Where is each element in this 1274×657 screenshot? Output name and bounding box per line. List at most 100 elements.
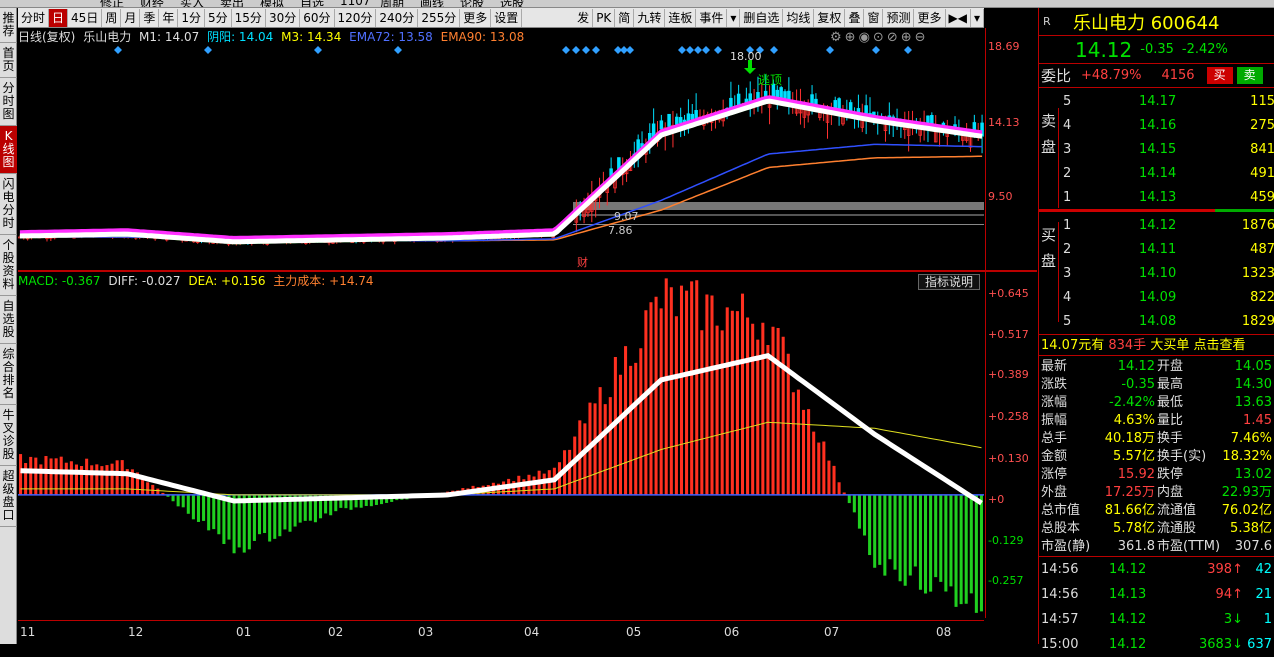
signal-diamond-icon [204,46,212,54]
top-menu-item[interactable]: 自选 [300,0,324,7]
period-10[interactable]: 30分 [266,8,301,27]
ask-row[interactable]: 4 14.16 275 [1059,114,1274,137]
bid-row[interactable]: 3 14.10 1323 [1059,262,1274,285]
period-12[interactable]: 120分 [335,8,377,27]
left-nav-0[interactable]: 推荐 [0,8,17,43]
ask-row[interactable]: 2 14.14 491 [1059,162,1274,185]
left-nav-1[interactable]: 首页 [0,43,17,78]
ask-row[interactable]: 3 14.15 841 [1059,138,1274,161]
event-marker[interactable]: 财 [577,255,588,268]
sell-button[interactable]: 卖 [1236,67,1263,84]
chart-tool-icon[interactable]: ⊖ [915,30,929,45]
ma-white-line [19,98,983,245]
period-15[interactable]: 更多 [460,8,492,27]
toolbar-item-0[interactable]: 发 [574,8,594,27]
period-13[interactable]: 240分 [376,8,419,27]
bid-vol: 1323 [1241,266,1274,281]
macd-chart[interactable] [18,278,984,618]
buy-button[interactable]: 买 [1206,67,1233,84]
chart-tool-icon[interactable]: ⊘ [887,30,901,45]
toolbar-item-1[interactable]: PK [593,8,616,27]
left-nav-3[interactable]: K线图 [0,126,17,174]
top-menu-item[interactable]: 财经 [140,0,164,7]
toolbar-item-15[interactable]: ▾ [971,8,984,27]
ask-row[interactable]: 5 14.17 115 [1059,90,1274,113]
chart-tool-icon[interactable]: ⊕ [901,30,915,45]
bid-vol: 487 [1250,242,1274,257]
big-order-banner[interactable]: 14.07元有 834手 大买单 点击查看 [1039,334,1274,356]
chart-tool-icon[interactable]: ⚙ [830,30,845,45]
period-16[interactable]: 设置 [491,8,523,27]
toolbar-item-3[interactable]: 九转 [634,8,666,27]
top-menu-item[interactable]: 画线 [420,0,444,7]
toolbar-item-11[interactable]: 窗 [864,8,884,27]
ask-level: 2 [1063,166,1072,181]
top-menu-item[interactable]: 周期 [380,0,404,7]
toolbar-item-8[interactable]: 均线 [783,8,815,27]
toolbar-item-10[interactable]: 叠 [845,8,865,27]
stat-key: 总手 [1041,431,1068,446]
stock-title[interactable]: 乐山电力 600644 [1073,9,1219,35]
annotation-low2: 7.86 [608,224,633,237]
period-2[interactable]: 45日 [68,8,103,27]
period-5[interactable]: 季 [140,8,160,27]
toolbar-item-2[interactable]: 简 [615,8,635,27]
period-11[interactable]: 60分 [300,8,335,27]
bid-row[interactable]: 5 14.08 1829 [1059,310,1274,333]
left-nav-2[interactable]: 分时图 [0,78,17,126]
period-14[interactable]: 255分 [418,8,461,27]
top-menu-item[interactable]: 买入 [180,0,204,7]
bid-row[interactable]: 1 14.12 1876 [1059,214,1274,237]
bid-row[interactable]: 2 14.11 487 [1059,238,1274,261]
bigbuy-text[interactable]: 大买单 点击查看 [1150,338,1245,353]
bid-row[interactable]: 4 14.09 822 [1059,286,1274,309]
toolbar-item-6[interactable]: ▾ [727,8,741,27]
tick-vol: 398↑ [1199,557,1243,582]
left-nav-4[interactable]: 闪电分时 [0,174,17,235]
toolbar-item-7[interactable]: 删自选 [740,8,784,27]
ma-green-line [19,100,983,245]
candle-body [667,113,671,127]
top-menu-item[interactable]: 模拟 [260,0,284,7]
signal-diamond-icon [114,46,122,54]
left-nav-5[interactable]: 个股资料 [0,235,17,296]
stat-value: -0.35 [1121,377,1155,392]
chart-tool-icon[interactable]: ⊕ [845,30,859,45]
stat-value: 13.63 [1234,395,1272,410]
period-7[interactable]: 1分 [178,8,206,27]
signal-diamond-icon [770,46,778,54]
stat-value: 5.57亿 [1113,449,1155,464]
top-menu-item[interactable]: 1107 [340,0,371,7]
pressure-zone [573,202,984,210]
ask-level: 1 [1063,190,1072,205]
top-menu-item[interactable]: 卖出 [220,0,244,7]
period-3[interactable]: 周 [102,8,122,27]
ema90-line [19,155,983,242]
chart-tool-icon[interactable]: ⊙ [873,30,887,45]
left-nav-7[interactable]: 综合排名 [0,344,17,405]
period-6[interactable]: 年 [159,8,179,27]
ask-row[interactable]: 1 14.13 459 [1059,186,1274,209]
kline-chart[interactable]: 18.00 逃顶 9.077.86 财 [18,44,984,268]
top-menu-item[interactable]: 选股 [500,0,524,7]
chart-tool-icon[interactable]: ◉ [859,30,873,45]
left-nav-8[interactable]: 牛叉诊股 [0,405,17,466]
toolbar-item-4[interactable]: 连板 [665,8,697,27]
toolbar-item-9[interactable]: 复权 [814,8,846,27]
period-1[interactable]: 日 [49,8,69,27]
left-nav-9[interactable]: 超级盘口 [0,466,17,527]
toolbar-item-13[interactable]: 更多 [914,8,946,27]
top-menu-item[interactable]: 论股 [460,0,484,7]
period-8[interactable]: 5分 [205,8,232,27]
toolbar-item-14[interactable]: ▶◀ [946,8,971,27]
period-4[interactable]: 月 [121,8,141,27]
period-9[interactable]: 15分 [232,8,266,27]
top-menu-item[interactable]: 修正 [100,0,124,7]
toolbar-item-5[interactable]: 事件 [696,8,728,27]
period-0[interactable]: 分时 [18,8,50,27]
stat-key: 流通值 [1157,503,1197,518]
left-nav-6[interactable]: 自选股 [0,296,17,344]
candle-body [736,93,741,106]
price-axis-label: 14.13 [988,116,1020,129]
toolbar-item-12[interactable]: 预测 [883,8,915,27]
